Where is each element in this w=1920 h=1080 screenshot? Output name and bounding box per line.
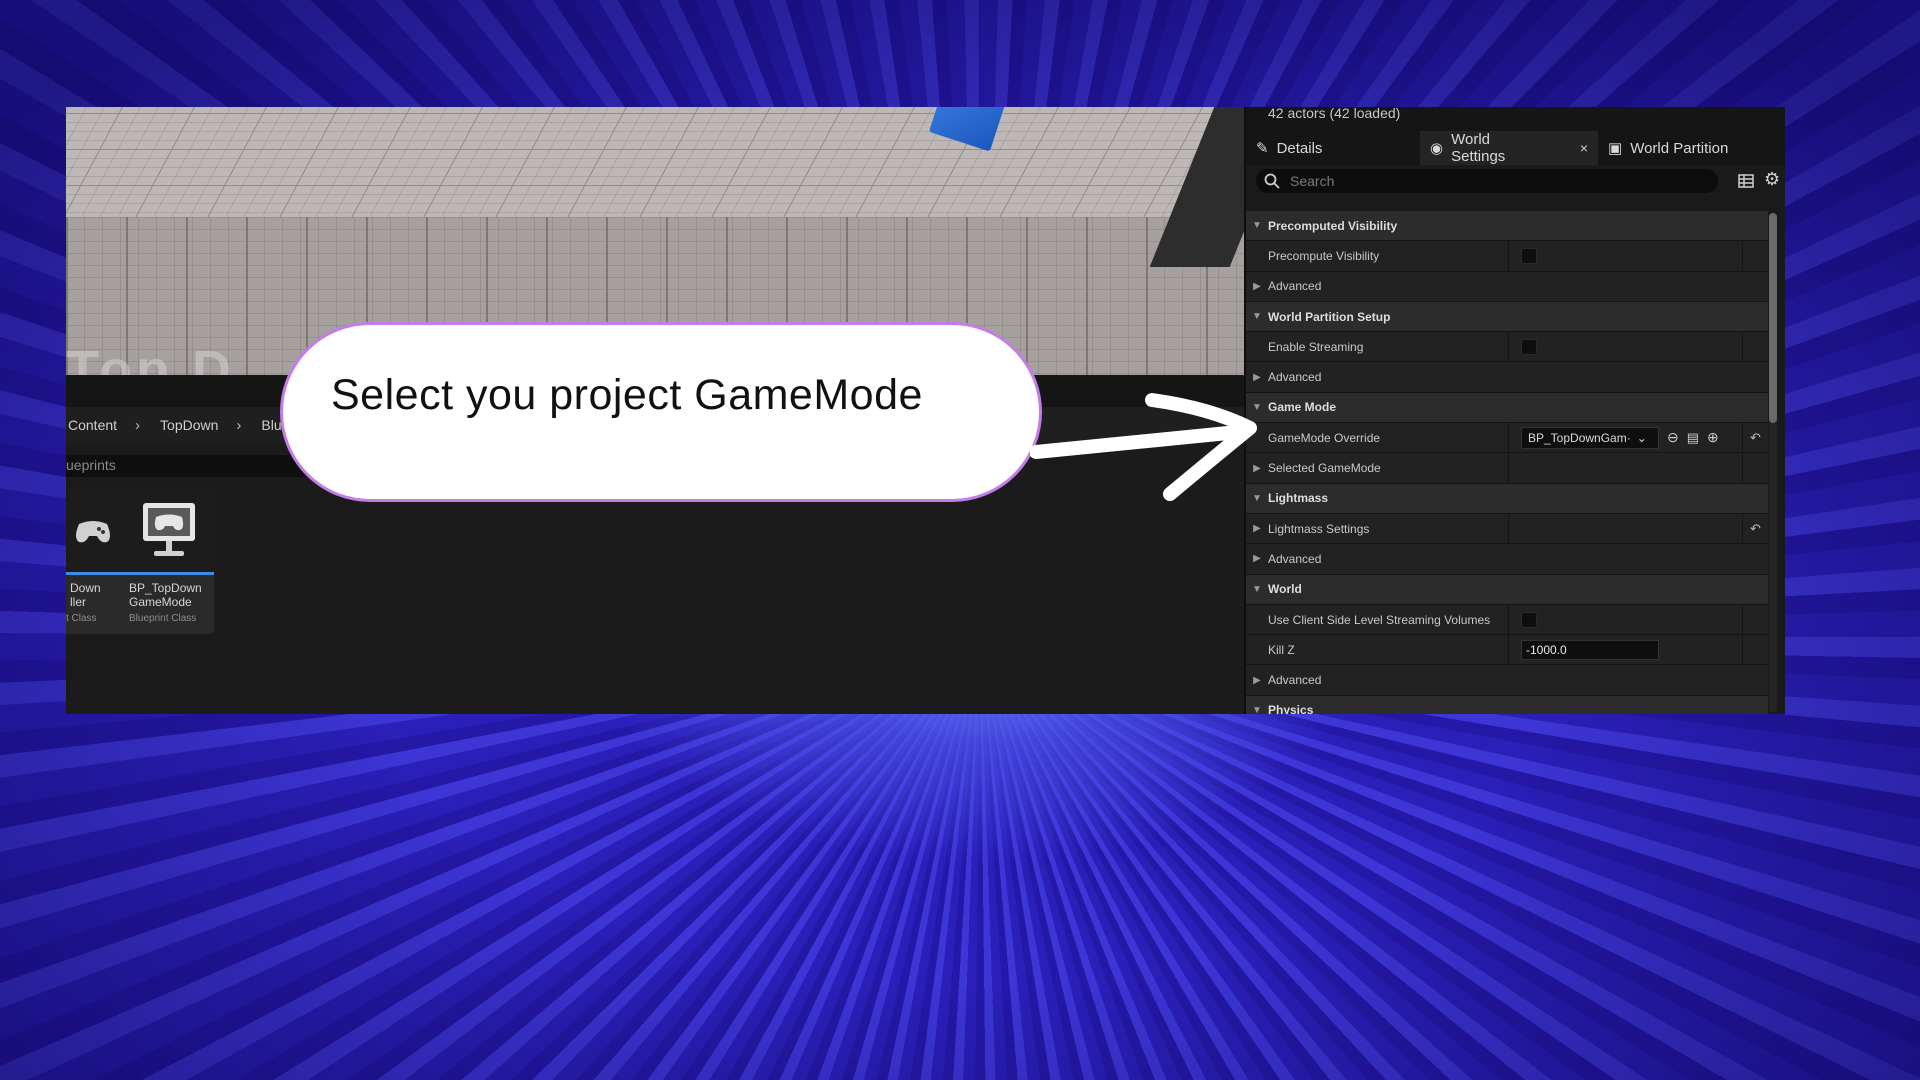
category-label: Lightmass — [1268, 491, 1329, 506]
category-world[interactable]: ▼ World — [1246, 574, 1768, 605]
category-label: Game Mode — [1268, 400, 1337, 415]
category-lightmass[interactable]: ▼ Lightmass — [1246, 483, 1768, 514]
property-label: Use Client Side Level Streaming Volumes — [1268, 612, 1491, 627]
collapse-arrow-icon: ▼ — [1252, 704, 1262, 714]
actors-count: 42 actors (42 loaded) — [1246, 107, 1785, 131]
tab-world-partition[interactable]: ▣ World Partition — [1598, 131, 1738, 165]
property-gamemode-override: GameMode Override BP_TopDownGam· ⌄ ⊖ ▤ ⊕… — [1246, 423, 1768, 454]
reset-arrow-icon[interactable]: ↶ — [1742, 513, 1768, 544]
details-rows: ▼ Precomputed Visibility Precompute Visi… — [1246, 211, 1768, 714]
property-value: -1000.0 — [1508, 635, 1742, 665]
property-label: Selected GameMode — [1268, 461, 1381, 476]
property-label: Kill Z — [1268, 642, 1295, 657]
pointer-arrow-icon — [1030, 393, 1257, 501]
category-physics[interactable]: ▼ Physics — [1246, 695, 1768, 714]
add-new-icon[interactable]: ⊕ — [1707, 429, 1719, 446]
property-label: Advanced — [1268, 370, 1322, 385]
category-world-partition-setup[interactable]: ▼ World Partition Setup — [1246, 301, 1768, 333]
viewport-overlay-text: Top D — [66, 340, 235, 375]
search-placeholder: Search — [1290, 173, 1335, 189]
gamepad-icon — [76, 520, 110, 542]
category-game-mode[interactable]: ▼ Game Mode — [1246, 392, 1768, 424]
collapse-arrow-icon: ▼ — [1252, 311, 1262, 323]
breadcrumb-content[interactable]: Content — [66, 417, 117, 433]
property-lightmass-settings[interactable]: ▶ Lightmass Settings ↶ — [1246, 513, 1768, 545]
chevron-right-icon: › — [236, 416, 242, 434]
asset-name-line2: GameMode — [129, 595, 192, 609]
tab-world-settings-label: World Settings — [1451, 131, 1506, 165]
collapse-arrow-icon: ▼ — [1252, 583, 1262, 595]
reset-arrow-icon[interactable]: ↶ — [1742, 423, 1768, 453]
property-value — [1508, 332, 1742, 362]
world-partition-icon: ▣ — [1608, 140, 1623, 157]
asset-name-line1: BP_TopDown — [129, 581, 202, 595]
asset-tile-bp-topdown-gamemode[interactable]: BP_TopDown GameMode Blueprint Class — [124, 489, 214, 634]
property-label: Enable Streaming — [1268, 339, 1364, 354]
world-settings-panel: 42 actors (42 loaded) ✎ Details ◉ World … — [1244, 107, 1785, 714]
dropdown-value: BP_TopDownGam· — [1528, 430, 1631, 445]
breadcrumb-topdown[interactable]: TopDown — [158, 417, 218, 433]
property-label: Lightmass Settings — [1268, 521, 1370, 536]
tab-details-label: Details — [1276, 139, 1323, 157]
asset-type: Blueprint Class — [129, 613, 197, 624]
kill-z-input[interactable]: -1000.0 — [1521, 639, 1659, 660]
asset-thumbnail — [124, 489, 214, 575]
close-icon[interactable]: × — [1580, 140, 1588, 156]
advanced-row[interactable]: ▶ Advanced — [1246, 362, 1768, 393]
gear-icon[interactable]: ⚙ — [1764, 169, 1780, 190]
chevron-right-icon: › — [135, 416, 141, 434]
advanced-row[interactable]: ▶ Advanced — [1246, 271, 1768, 302]
callout-text: Select you project GameMode — [331, 370, 923, 419]
category-label: World Partition Setup — [1268, 309, 1391, 324]
pencil-icon: ✎ — [1256, 140, 1269, 157]
property-label: Precompute Visibility — [1268, 248, 1380, 263]
gamemode-monitor-icon — [143, 502, 195, 556]
tab-world-settings[interactable]: ◉ World Settings × — [1420, 131, 1598, 165]
category-precomputed-visibility[interactable]: ▼ Precomputed Visibility — [1246, 211, 1768, 242]
property-value — [1508, 604, 1742, 635]
instruction-callout: Select you project GameMode — [280, 322, 1042, 502]
viewport-floor — [66, 107, 1244, 227]
expand-arrow-icon: ▶ — [1253, 553, 1261, 565]
tab-world-partition-label: World Partition — [1630, 139, 1729, 157]
property-label: GameMode Override — [1268, 430, 1381, 445]
use-selected-arrow-icon[interactable]: ⊖ — [1667, 429, 1679, 446]
property-enable-streaming: Enable Streaming — [1246, 332, 1768, 363]
gamemode-override-dropdown[interactable]: BP_TopDownGam· ⌄ — [1521, 426, 1659, 449]
property-selected-gamemode[interactable]: ▶ Selected GameMode — [1246, 453, 1768, 484]
content-browser-search[interactable]: ueprints — [66, 455, 316, 477]
collapse-arrow-icon: ▼ — [1252, 220, 1262, 232]
property-kill-z: Kill Z -1000.0 — [1246, 635, 1768, 666]
tab-details[interactable]: ✎ Details — [1246, 131, 1420, 165]
category-label: World — [1268, 582, 1302, 597]
panel-toolbar: Search ⚙ — [1246, 165, 1785, 199]
property-label: Advanced — [1268, 673, 1322, 688]
panel-tabs: ✎ Details ◉ World Settings × ▣ World Par… — [1246, 131, 1785, 165]
expand-arrow-icon: ▶ — [1253, 280, 1261, 292]
search-input[interactable]: Search — [1256, 169, 1718, 193]
property-value: BP_TopDownGam· ⌄ ⊖ ▤ ⊕ — [1508, 423, 1742, 453]
advanced-row[interactable]: ▶ Advanced — [1246, 544, 1768, 575]
advanced-row[interactable]: ▶ Advanced — [1246, 665, 1768, 696]
search-icon — [1264, 173, 1280, 189]
property-value — [1508, 241, 1742, 271]
client-streaming-checkbox[interactable] — [1521, 611, 1537, 628]
category-label: Physics — [1268, 703, 1314, 714]
enable-streaming-checkbox[interactable] — [1521, 338, 1537, 355]
property-precompute-visibility: Precompute Visibility — [1246, 241, 1768, 272]
browse-folder-icon[interactable]: ▤ — [1687, 430, 1699, 446]
expand-arrow-icon: ▶ — [1253, 523, 1261, 535]
globe-icon: ◉ — [1430, 140, 1444, 157]
table-view-icon[interactable] — [1738, 173, 1754, 189]
property-label: Advanced — [1268, 551, 1322, 566]
scrollbar-thumb[interactable] — [1769, 213, 1777, 423]
panel-scrollbar[interactable] — [1769, 213, 1777, 713]
property-label: Advanced — [1268, 279, 1322, 294]
category-label: Precomputed Visibility — [1268, 218, 1398, 233]
chevron-down-icon: ⌄ — [1636, 430, 1647, 445]
expand-arrow-icon: ▶ — [1253, 674, 1261, 686]
precompute-visibility-checkbox[interactable] — [1521, 247, 1537, 264]
expand-arrow-icon: ▶ — [1253, 371, 1261, 383]
property-client-side-streaming: Use Client Side Level Streaming Volumes — [1246, 604, 1768, 636]
